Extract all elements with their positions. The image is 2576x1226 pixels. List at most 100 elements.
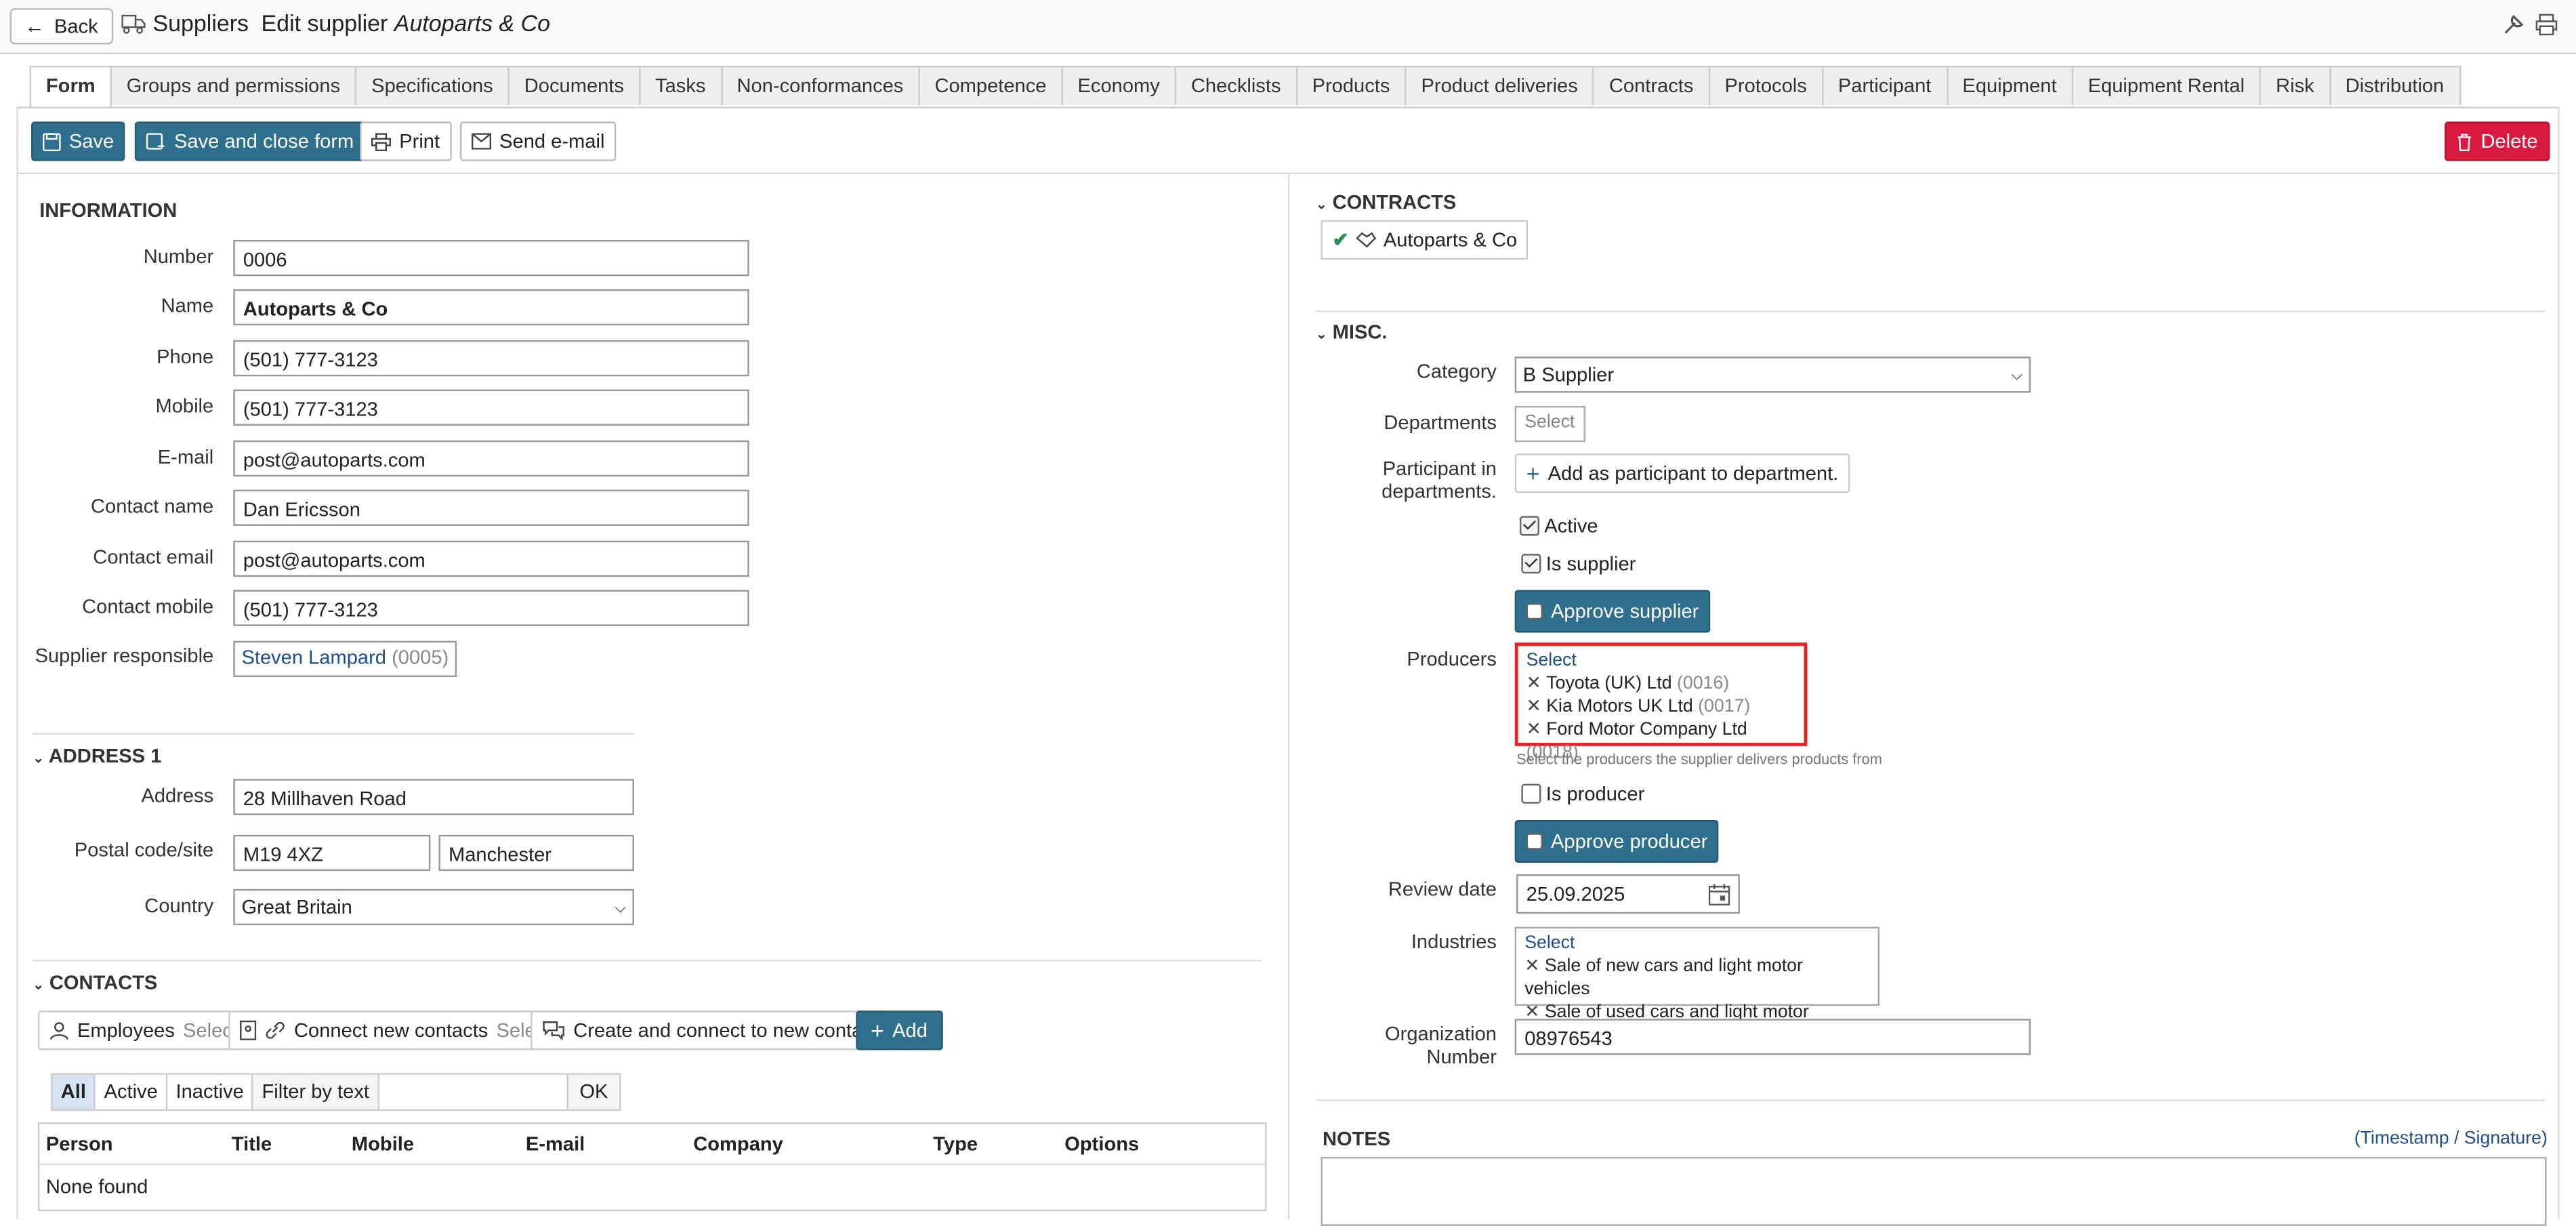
information-heading: INFORMATION (39, 199, 178, 222)
filter-all[interactable]: All (51, 1073, 96, 1111)
tab-distribution[interactable]: Distribution (2329, 65, 2461, 106)
connect-new-contacts-button[interactable]: Connect new contacts Select (228, 1010, 563, 1050)
tab-product-deliveries[interactable]: Product deliveries (1405, 65, 1595, 106)
column-header-title[interactable]: Title (232, 1132, 272, 1156)
trash-icon (2457, 133, 2471, 150)
contacts-section-header[interactable]: ⌄ CONTACTS (33, 971, 157, 994)
active-checkbox-row[interactable]: Active (1519, 514, 1598, 537)
contract-chip[interactable]: ✔ Autoparts & Co (1321, 220, 1529, 260)
approve-producer-button[interactable]: Approve producer (1514, 819, 1720, 863)
add-participant-department-button[interactable]: + Add as participant to department. (1514, 453, 1850, 493)
country-label: Country (144, 894, 214, 918)
tab-risk[interactable]: Risk (2259, 65, 2331, 106)
category-select[interactable]: B Supplier ⌵ (1514, 356, 2031, 393)
contact-email-label: Contact email (93, 546, 214, 569)
departments-select[interactable]: Select (1514, 405, 1585, 443)
tab-protocols[interactable]: Protocols (1708, 65, 1824, 106)
is-producer-checkbox[interactable] (1521, 783, 1541, 804)
country-select[interactable]: Great Britain ⌵ (233, 888, 634, 926)
contact-name-input[interactable]: Dan Ericsson (233, 489, 749, 526)
approve-supplier-button[interactable]: Approve supplier (1514, 590, 1711, 633)
supplier-responsible-label: Supplier responsible (35, 644, 214, 668)
is-producer-checkbox-row[interactable]: Is producer (1521, 782, 1644, 805)
supplier-responsible-name[interactable]: Steven Lampard (241, 646, 386, 669)
tab-specifications[interactable]: Specifications (354, 65, 510, 106)
create-contact-button[interactable]: Create and connect to new contact (531, 1010, 890, 1050)
calendar-icon[interactable] (1708, 883, 1730, 905)
notes-textarea[interactable] (1321, 1157, 2547, 1226)
contacts-table-header: Person Title Mobile E-mail Company Type Option… (39, 1124, 1266, 1166)
filter-ok-button[interactable]: OK (568, 1073, 621, 1111)
delete-button[interactable]: Delete (2445, 121, 2550, 161)
contracts-section-header[interactable]: ⌄ CONTRACTS (1316, 190, 1456, 213)
tools-icon[interactable] (2502, 13, 2525, 36)
approve-supplier-label: Approve supplier (1551, 600, 1699, 623)
industries-select-link[interactable]: Select (1524, 932, 1869, 955)
contact-mobile-input[interactable]: (501) 777-3123 (233, 590, 749, 626)
tab-competence[interactable]: Competence (918, 65, 1063, 106)
is-supplier-checkbox[interactable] (1521, 554, 1541, 574)
tab-equipment-rental[interactable]: Equipment Rental (2071, 65, 2262, 106)
save-button[interactable]: Save (31, 121, 126, 161)
printer-icon[interactable] (2535, 13, 2558, 36)
print-button[interactable]: Print (360, 121, 452, 161)
address-input[interactable]: 28 Millhaven Road (233, 779, 634, 815)
contact-email-input[interactable]: post@autoparts.com (233, 540, 749, 577)
add-contact-button[interactable]: + Add (856, 1010, 942, 1050)
tab-checklists[interactable]: Checklists (1174, 65, 1297, 106)
remove-x-icon[interactable]: ✕ (1526, 720, 1541, 739)
check-icon: ✔ (1332, 228, 1349, 251)
remove-x-icon[interactable]: ✕ (1526, 697, 1541, 716)
phone-input[interactable]: (501) 777-3123 (233, 340, 749, 377)
tab-contracts[interactable]: Contracts (1592, 65, 1710, 106)
producer-code: (0016) (1677, 674, 1730, 694)
participant-label-line2: departments. (1382, 480, 1497, 503)
filter-active[interactable]: Active (96, 1073, 168, 1111)
is-supplier-checkbox-row[interactable]: Is supplier (1521, 552, 1636, 575)
address-section-header[interactable]: ⌄ ADDRESS 1 (33, 744, 161, 767)
supplier-responsible-chip[interactable]: Steven Lampard (0005) (233, 640, 457, 678)
mobile-input[interactable]: (501) 777-3123 (233, 389, 749, 426)
active-checkbox[interactable] (1519, 516, 1540, 536)
tab-equipment[interactable]: Equipment (1946, 65, 2073, 106)
tab-form[interactable]: Form (29, 65, 112, 109)
remove-x-icon[interactable]: ✕ (1526, 674, 1541, 693)
plus-icon: + (1526, 459, 1540, 487)
filter-inactive[interactable]: Inactive (167, 1073, 254, 1111)
remove-x-icon[interactable]: ✕ (1524, 956, 1539, 976)
back-button[interactable]: ← Back (9, 8, 113, 45)
misc-section-header[interactable]: ⌄ MISC. (1316, 321, 1387, 344)
tab-documents[interactable]: Documents (507, 65, 641, 106)
column-header-person[interactable]: Person (46, 1132, 113, 1156)
producers-select-link[interactable]: Select (1526, 649, 1796, 672)
contacts-filter-bar: All Active Inactive Filter by text OK (51, 1073, 621, 1111)
chevron-down-icon: ⌵ (2011, 366, 2022, 383)
review-date-input[interactable]: 25.09.2025 (1516, 874, 1740, 914)
tab-participant[interactable]: Participant (1821, 65, 1948, 106)
column-header-company[interactable]: Company (693, 1132, 783, 1156)
column-header-mobile[interactable]: Mobile (352, 1132, 414, 1156)
timestamp-signature-link[interactable]: (Timestamp / Signature) (2354, 1129, 2548, 1149)
tab-tasks[interactable]: Tasks (638, 65, 722, 106)
save-close-icon (146, 132, 165, 149)
tab-economy[interactable]: Economy (1061, 65, 1177, 106)
column-header-options[interactable]: Options (1064, 1132, 1139, 1156)
number-input[interactable]: 0006 (233, 240, 749, 277)
module-breadcrumb[interactable]: Suppliers (121, 10, 249, 36)
site-input[interactable]: Manchester (438, 834, 634, 872)
connect-new-contacts-label: Connect new contacts (294, 1019, 489, 1042)
e-mail-input[interactable]: post@autoparts.com (233, 440, 749, 477)
employees-select-button[interactable]: Employees Select (37, 1010, 249, 1050)
save-and-close-button[interactable]: Save and close form (134, 121, 366, 161)
filter-text-input[interactable] (379, 1073, 568, 1111)
tab-non-conformances[interactable]: Non-conformances (720, 65, 920, 106)
column-header-e-mail[interactable]: E-mail (526, 1132, 585, 1156)
send-email-button[interactable]: Send e-mail (459, 121, 617, 161)
tab-products[interactable]: Products (1295, 65, 1407, 106)
postal-code-input[interactable]: M19 4XZ (233, 834, 431, 872)
producer-name: Ford Motor Company Ltd (1546, 720, 1747, 740)
tab-groups-and-permissions[interactable]: Groups and permissions (110, 65, 357, 106)
name-input[interactable]: Autoparts & Co (233, 289, 749, 326)
column-header-type[interactable]: Type (933, 1132, 978, 1156)
organization-number-input[interactable]: 08976543 (1514, 1019, 2031, 1055)
